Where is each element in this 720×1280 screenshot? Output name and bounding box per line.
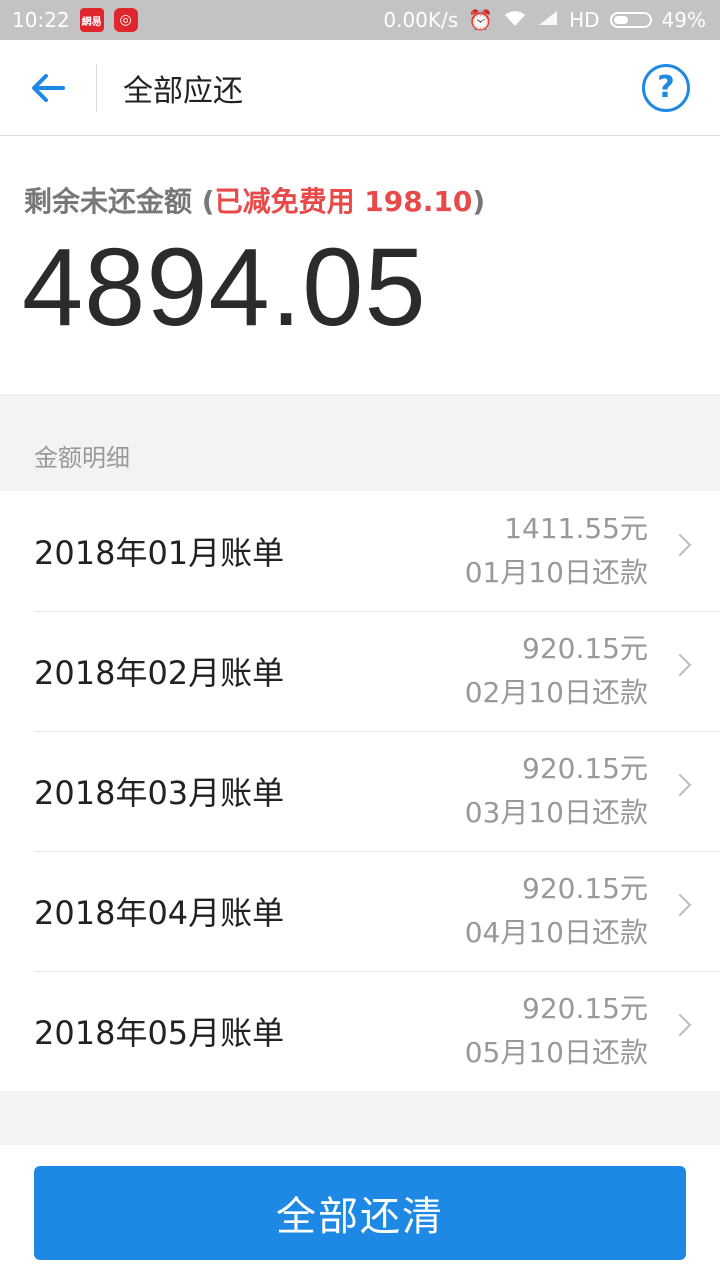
chevron-right-icon bbox=[668, 533, 692, 557]
help-button[interactable]: ? bbox=[642, 63, 690, 112]
back-button[interactable] bbox=[0, 40, 96, 136]
net-speed: 0.00K/s bbox=[383, 8, 459, 32]
bill-amount: 920.15元 bbox=[522, 632, 648, 665]
paren-close: ) bbox=[472, 185, 486, 218]
discount-note: 已减免费用 198.10 bbox=[214, 185, 473, 218]
bill-name: 2018年04月账单 bbox=[34, 894, 285, 932]
bill-due-date: 05月10日还款 bbox=[464, 1036, 648, 1069]
bill-due-date: 01月10日还款 bbox=[464, 556, 648, 589]
bottom-action-bar: 全部还清 bbox=[0, 1145, 720, 1280]
network-type: HD bbox=[569, 8, 600, 32]
bill-name: 2018年03月账单 bbox=[34, 774, 285, 812]
bill-name: 2018年01月账单 bbox=[34, 534, 285, 572]
question-mark-icon: ? bbox=[657, 70, 675, 105]
top-nav-bar: 全部应还 ? bbox=[0, 40, 720, 136]
status-bar: 10:22 網易 ◎ 0.00K/s ⏰ HD 49% bbox=[0, 0, 720, 40]
bill-row-2018-01[interactable]: 2018年01月账单 1411.55元 01月10日还款 bbox=[0, 491, 720, 611]
netease-news-icon: 網易 bbox=[79, 8, 104, 32]
remaining-amount: 4894.05 bbox=[22, 226, 427, 349]
clock: 10:22 bbox=[12, 8, 70, 32]
bill-due-date: 02月10日还款 bbox=[464, 676, 648, 709]
chevron-right-icon bbox=[668, 893, 692, 917]
remaining-label-line: 剩余未还金额 (已减免费用 198.10) bbox=[24, 180, 485, 220]
wifi-icon bbox=[503, 8, 527, 33]
bill-amount: 920.15元 bbox=[522, 992, 648, 1025]
remaining-label: 剩余未还金额 bbox=[24, 185, 193, 218]
bill-due-date: 04月10日还款 bbox=[464, 916, 648, 949]
alarm-icon: ⏰ bbox=[468, 8, 494, 32]
bill-row-2018-04[interactable]: 2018年04月账单 920.15元 04月10日还款 bbox=[0, 851, 720, 971]
battery-icon bbox=[609, 12, 652, 28]
bill-due-date: 03月10日还款 bbox=[464, 796, 648, 829]
bill-name: 2018年05月账单 bbox=[34, 1014, 285, 1052]
bill-amount: 920.15元 bbox=[522, 752, 648, 785]
details-section-label: 金额明细 bbox=[34, 444, 130, 472]
bill-row-2018-03[interactable]: 2018年03月账单 920.15元 03月10日还款 bbox=[0, 731, 720, 851]
chevron-right-icon bbox=[668, 773, 692, 797]
bill-row-2018-02[interactable]: 2018年02月账单 920.15元 02月10日还款 bbox=[0, 611, 720, 731]
paren-open: ( bbox=[201, 185, 215, 218]
back-arrow-icon bbox=[32, 73, 65, 102]
pay-all-button[interactable]: 全部还清 bbox=[34, 1166, 686, 1260]
bill-list: 2018年01月账单 1411.55元 01月10日还款 2018年02月账单 … bbox=[0, 491, 720, 1091]
bill-amount: 920.15元 bbox=[522, 872, 648, 905]
bill-row-2018-05[interactable]: 2018年05月账单 920.15元 05月10日还款 bbox=[0, 971, 720, 1091]
signal-icon bbox=[537, 8, 559, 32]
chevron-right-icon bbox=[668, 653, 692, 677]
bill-amount: 1411.55元 bbox=[504, 512, 648, 545]
netease-music-icon: ◎ bbox=[113, 8, 138, 32]
battery-level: 49% bbox=[661, 8, 706, 32]
bill-name: 2018年02月账单 bbox=[34, 654, 285, 692]
chevron-right-icon bbox=[668, 1013, 692, 1037]
header-divider bbox=[96, 63, 97, 112]
page-title: 全部应还 bbox=[123, 73, 243, 109]
remaining-summary: 剩余未还金额 (已减免费用 198.10) 4894.05 bbox=[0, 136, 720, 394]
